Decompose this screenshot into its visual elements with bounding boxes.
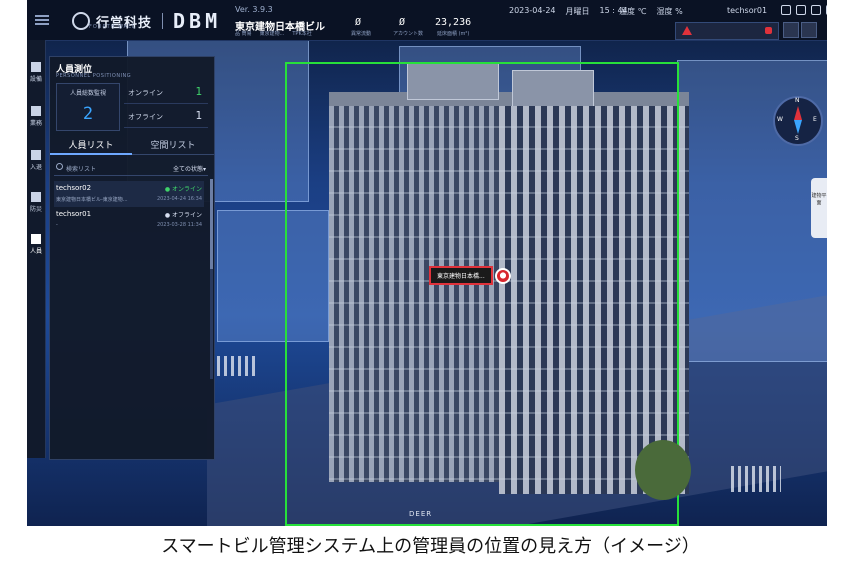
- compass-w: W: [777, 116, 783, 123]
- user-item-status: ● オフライン: [164, 212, 202, 219]
- list-item[interactable]: techsor02 ● オンライン 東京建物日本橋ビル-東京建物... 2023…: [54, 181, 204, 207]
- stat-label: アカウント数: [393, 31, 424, 37]
- site-meta-item: 東京建物...: [259, 31, 285, 37]
- rail-label: 業務: [29, 120, 42, 127]
- building-location-marker[interactable]: 東京建物日本橋...: [429, 266, 493, 285]
- list-item[interactable]: techsor01 ● オフライン - 2023-03-28 11:34: [54, 207, 204, 233]
- alert-indicator-icon: [765, 27, 772, 34]
- user-item-status: ● オンライン: [164, 186, 202, 193]
- wifi-icon[interactable]: [796, 5, 806, 15]
- crosswalk: [217, 356, 257, 376]
- user-item-name: techsor02: [56, 184, 92, 192]
- street-label: DEER: [409, 510, 433, 518]
- person-icon: [31, 234, 41, 244]
- online-label: オンライン: [128, 89, 163, 97]
- search-bar[interactable]: 検索リスト 全ての状態▾: [54, 161, 208, 176]
- rail-item-access[interactable]: 入退: [29, 150, 43, 171]
- personnel-panel: 人員測位 PERSONNEL POSITIONING 人員総数監視 2 オンライ…: [49, 56, 215, 460]
- compass[interactable]: N S E W: [773, 96, 823, 146]
- list-scrollbar[interactable]: [210, 179, 213, 379]
- logo-mark-icon: [72, 12, 90, 30]
- version-label: Ver. 3.9.3: [235, 5, 273, 14]
- control-button[interactable]: [801, 22, 817, 38]
- offline-value: 1: [195, 109, 202, 122]
- user-item-time: 2023-03-28 11:34: [156, 222, 202, 228]
- site-meta: 品 筒易 東京建物... TPK本社: [235, 30, 312, 37]
- compass-n: N: [795, 97, 800, 104]
- control-button[interactable]: [783, 22, 799, 38]
- total-personnel: 人員総数監視 2: [56, 83, 120, 131]
- left-rail: 設備 業務 入退 防災 人員: [27, 40, 46, 458]
- status-filter-dropdown[interactable]: 全ての状態▾: [173, 164, 206, 173]
- logo-product: DBM: [173, 9, 222, 33]
- app-screen: DEER 東京建物日本橋... ⬤ N S E W 建物平面 行営科技 DBM …: [27, 0, 827, 526]
- weather: 温度 ℃ 湿度 %: [619, 6, 683, 17]
- top-icons: [781, 5, 827, 15]
- offline-count[interactable]: オフライン 1: [124, 107, 208, 128]
- search-icon: [56, 163, 63, 170]
- total-value: 2: [82, 104, 94, 124]
- rail-item-equipment[interactable]: 設備: [29, 62, 43, 83]
- date: 2023-04-24: [509, 6, 556, 15]
- rail-item-personnel[interactable]: 人員: [29, 234, 43, 255]
- user-item-location: -: [56, 222, 58, 228]
- tab-space-list[interactable]: 空間リスト: [132, 137, 214, 155]
- stat-value: 23,236: [435, 17, 472, 28]
- stat-value: Ø: [355, 17, 362, 28]
- building-highlight-outline: [285, 62, 679, 526]
- stat-label: 延床面積 (m²): [437, 31, 470, 37]
- total-label: 人員総数監視: [69, 90, 106, 97]
- user-item-time: 2023-04-24 16:34: [156, 196, 202, 202]
- location-pin-icon[interactable]: ⬤: [495, 268, 511, 284]
- settings-icon[interactable]: [781, 5, 791, 15]
- compass-needle-south: [794, 120, 802, 134]
- gear-icon[interactable]: [811, 5, 821, 15]
- rail-label: 設備: [29, 76, 42, 83]
- rail-item-disaster[interactable]: 防災: [29, 192, 43, 213]
- floor-plan-tab[interactable]: 建物平面: [811, 178, 827, 238]
- rail-label: 防災: [29, 206, 42, 213]
- warning-icon: [682, 26, 692, 35]
- site-meta-item: TPK本社: [292, 31, 312, 37]
- user-item-name: techsor01: [56, 210, 92, 218]
- temperature: 温度 ℃: [619, 7, 647, 16]
- logo-subtitle: FOURTH WALL: [89, 24, 136, 30]
- user-item-location: 東京建物日本橋ビル-東京建物...: [56, 197, 128, 203]
- panel-subtitle: PERSONNEL POSITIONING: [56, 73, 132, 79]
- stat-value: Ø: [399, 17, 406, 28]
- compass-e: E: [813, 116, 817, 123]
- humidity: 湿度 %: [656, 7, 683, 16]
- user-name[interactable]: techsor01: [727, 6, 767, 15]
- compass-needle-north: [794, 106, 802, 120]
- business-icon: [31, 106, 41, 116]
- crosswalk: [731, 466, 781, 492]
- rail-item-business[interactable]: 業務: [29, 106, 43, 127]
- access-icon: [31, 150, 41, 160]
- panel-tabs: 人員リスト 空間リスト: [50, 137, 214, 155]
- stat-label: 異常流動: [351, 31, 372, 37]
- tab-personnel-list[interactable]: 人員リスト: [50, 137, 132, 155]
- compass-s: S: [795, 135, 799, 142]
- online-value: 1: [195, 85, 202, 98]
- datetime: 2023-04-24 月曜日 15 : 44: [509, 6, 628, 17]
- online-count[interactable]: オンライン 1: [124, 83, 208, 104]
- power-icon[interactable]: [826, 5, 827, 15]
- rail-label: 入退: [29, 164, 42, 171]
- image-caption: スマートビル管理システム上の管理員の位置の見え方（イメージ）: [161, 536, 700, 557]
- equipment-icon: [31, 62, 41, 72]
- alert-box[interactable]: [675, 22, 779, 40]
- top-bar: 行営科技 DBM FOURTH WALL Ver. 3.9.3 東京建物日本橋ビ…: [27, 0, 827, 41]
- menu-icon[interactable]: [35, 15, 49, 25]
- rail-label: 人員: [29, 248, 42, 255]
- disaster-icon: [31, 192, 41, 202]
- tree: [635, 440, 691, 500]
- search-input[interactable]: 検索リスト: [66, 164, 96, 173]
- site-meta-item: 品 筒易: [235, 31, 252, 37]
- weekday: 月曜日: [565, 7, 590, 16]
- offline-label: オフライン: [128, 113, 163, 121]
